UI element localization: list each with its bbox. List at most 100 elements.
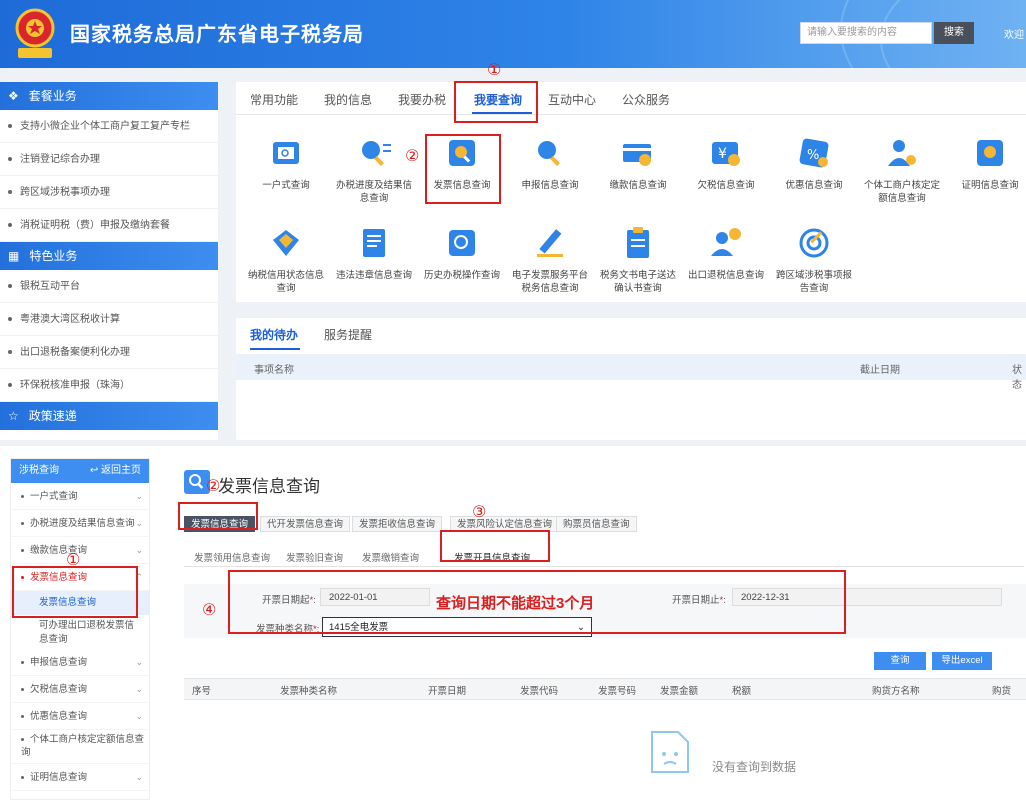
func-einvoice-query[interactable]: 电子发票服务平台税务信息查询 (510, 224, 590, 295)
func-arrears-query[interactable]: ¥ 欠税信息查询 (686, 134, 766, 192)
welcome-text: 欢迎 (1004, 30, 1024, 41)
card-search-icon (623, 144, 651, 166)
tax-emblem-icon (15, 8, 55, 58)
subtab-cancel[interactable]: 发票缴销查询 (362, 550, 419, 564)
sidebar-item[interactable]: 银税互动平台 (0, 270, 218, 303)
tab-proxy-invoice[interactable]: 代开发票信息查询 (260, 516, 351, 532)
highlight-nav-invoice (12, 566, 138, 618)
portal-screen: 国家税务总局广东省电子税务局 请输入要搜索的内容 搜索 欢迎 ❖ 套餐业务 支持… (0, 0, 1026, 440)
nav-sub-export-invoice[interactable]: 可办理出口退税发票信息查询 (11, 615, 149, 649)
func-payment-query[interactable]: 缴款信息查询 (598, 134, 678, 192)
func-household-query[interactable]: 一户式查询 (246, 134, 326, 192)
subtab-divider (184, 566, 1024, 567)
page-title: 发票信息查询 (218, 477, 320, 496)
sidebar-item[interactable]: 跨区域涉税事项办理 (0, 176, 218, 209)
tab-my-info[interactable]: 我的信息 (324, 91, 372, 108)
nav-item[interactable]: 证明信息查询 ⌄ (11, 764, 149, 791)
nav-item[interactable]: 优惠信息查询 ⌄ (11, 703, 149, 730)
nav-item[interactable]: 一户式查询 ⌄ (11, 483, 149, 510)
chevron-down-icon: ⌄ (135, 491, 143, 501)
col-item-name: 事项名称 (254, 365, 294, 376)
tab-public-service[interactable]: 公众服务 (622, 91, 670, 108)
sidebar-section-special[interactable]: ▦ 特色业务 (0, 242, 218, 270)
annotation-form-4: ④ (202, 602, 217, 619)
annotation-2: ② (405, 148, 420, 165)
sidebar-section-policy[interactable]: ☆ 政策速递 (0, 402, 218, 430)
results-table-header: 序号 发票种类名称 开票日期 发票代码 发票号码 发票金额 税额 购货方名称 购… (184, 678, 1026, 700)
todo-table-header: 事项名称 截止日期 状态 (236, 354, 1026, 391)
annotation-1: ① (487, 62, 502, 79)
highlight-issued-subtab (440, 530, 550, 562)
subtab-claim[interactable]: 发票领用信息查询 (194, 550, 270, 564)
export-excel-button[interactable]: 导出excel (932, 652, 992, 670)
empty-document-icon (651, 731, 689, 773)
tab-interaction[interactable]: 互动中心 (548, 91, 596, 108)
document-search-icon (363, 229, 385, 257)
search-card-icon (273, 142, 299, 164)
tab-tax-handling[interactable]: 我要办税 (398, 91, 446, 108)
sidebar-item[interactable]: 出口退税备案便利化办理 (0, 336, 218, 369)
func-credit-query[interactable]: 纳税信用状态信息查询 (246, 224, 326, 295)
svg-text:%: % (807, 148, 819, 163)
col-deadline: 截止日期 (860, 365, 900, 376)
sidebar-item[interactable]: 支持小微企业个体工商户复工复产专栏 (0, 110, 218, 143)
sidebar-item[interactable]: 粤港澳大湾区税收计算 (0, 303, 218, 336)
func-individual-query[interactable]: 个体工商户核定定额信息查询 (862, 134, 942, 205)
search-input[interactable]: 请输入要搜索的内容 (800, 22, 932, 44)
tab-common[interactable]: 常用功能 (250, 91, 298, 108)
nav-item[interactable]: 办税进度及结果信息查询 ⌄ (11, 510, 149, 537)
main-tabs: 常用功能 我的信息 我要办税 我要查询 互动中心 公众服务 (236, 82, 1026, 115)
site-header: 国家税务总局广东省电子税务局 请输入要搜索的内容 搜索 欢迎 (0, 0, 1026, 68)
history-search-icon (449, 230, 475, 256)
person-search-icon (888, 140, 916, 166)
tab-rejected-invoice[interactable]: 发票拒收信息查询 (352, 516, 443, 532)
search-button[interactable]: 搜索 (934, 22, 974, 44)
func-cross-region-query[interactable]: 跨区域涉税事项报告查询 (774, 224, 854, 295)
annotation-nav-1: ① (66, 552, 81, 569)
star-icon: ☆ (8, 409, 19, 423)
func-document-query[interactable]: 税务文书电子送达确认书查询 (598, 224, 678, 295)
subtab-check-old[interactable]: 发票验旧查询 (286, 550, 343, 564)
func-preference-query[interactable]: % 优惠信息查询 (774, 134, 854, 192)
nav-item[interactable]: 个体工商户核定定额信息查询 (11, 730, 149, 764)
sidebar-item[interactable]: 消税证明税（费）申报及缴纳套餐 (0, 209, 218, 242)
highlight-invoice-query (425, 134, 501, 204)
list-magnifier-icon (362, 141, 391, 166)
func-export-refund-query[interactable]: 出口退税信息查询 (686, 224, 766, 282)
target-icon (799, 228, 829, 258)
tab-service-reminder[interactable]: 服务提醒 (324, 326, 372, 343)
nav-item[interactable]: 欠税信息查询 ⌄ (11, 676, 149, 703)
svg-text:¥: ¥ (718, 146, 727, 162)
sidebar-item[interactable]: 注销登记综合办理 (0, 143, 218, 176)
yen-search-icon: ¥ (712, 142, 740, 166)
sidebar-section-package[interactable]: ❖ 套餐业务 (0, 82, 218, 110)
left-nav: 涉税查询 ↩ 返回主页 一户式查询 ⌄ 办税进度及结果信息查询 ⌄ 缴款信息查询 ⌄ … (10, 458, 150, 800)
function-panel: 常用功能 我的信息 我要办税 我要查询 互动中心 公众服务 一户式查询 办税进度… (236, 82, 1026, 302)
invoice-query-screen: 涉税查询 ↩ 返回主页 一户式查询 ⌄ 办税进度及结果信息查询 ⌄ 缴款信息查询 ⌄ … (0, 446, 1026, 800)
left-nav-header: 涉税查询 ↩ 返回主页 (11, 459, 149, 483)
nav-item[interactable]: 申报信息查询 ⌄ (11, 649, 149, 676)
todo-tab-underline (250, 348, 300, 350)
tab-my-todo[interactable]: 我的待办 (250, 326, 298, 343)
func-certificate-query[interactable]: 证明信息查询 (950, 134, 1026, 192)
grid-icon: ▦ (8, 249, 20, 263)
todo-panel: 我的待办 服务提醒 事项名称 截止日期 状态 (236, 318, 1026, 440)
query-button[interactable]: 查询 (874, 652, 926, 670)
chevron-down-icon: ⌄ (135, 518, 143, 528)
site-title: 国家税务总局广东省电子税务局 (70, 24, 364, 46)
highlight-query-tab (454, 81, 538, 123)
empty-message: 没有查询到数据 (712, 760, 797, 774)
func-progress-query[interactable]: 办税进度及结果信息查询 (334, 134, 414, 205)
highlight-invoice-tab (178, 502, 258, 530)
tab-buyer-info[interactable]: 购票员信息查询 (556, 516, 637, 532)
annotation-subtab-3: ③ (472, 504, 487, 521)
func-violation-query[interactable]: 违法违章信息查询 (334, 224, 414, 282)
person-coin-icon (711, 228, 741, 256)
cube-icon: ❖ (8, 89, 19, 103)
pen-icon (537, 229, 563, 257)
back-home-link[interactable]: ↩ 返回主页 (90, 459, 141, 483)
diamond-icon (273, 230, 299, 256)
sidebar-item[interactable]: 环保税核准申报（珠海） (0, 369, 218, 402)
func-history-query[interactable]: 历史办税操作查询 (422, 224, 502, 282)
func-declare-query[interactable]: 申报信息查询 (510, 134, 590, 192)
